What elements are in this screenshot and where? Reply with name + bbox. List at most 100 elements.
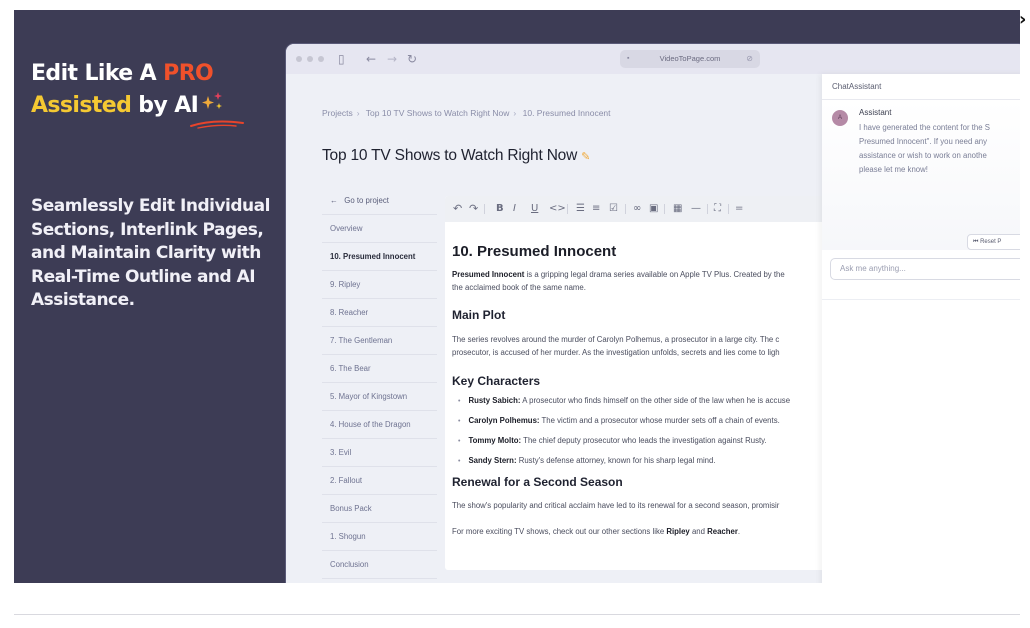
outline-item[interactable]: 9. Ripley — [322, 271, 437, 299]
assistant-avatar: A — [832, 110, 848, 126]
divider — [14, 614, 1020, 615]
message-line: I have generated the content for the S — [859, 123, 990, 132]
breadcrumb-project[interactable]: Top 10 TV Shows to Watch Right Now — [366, 108, 510, 118]
character-description: The chief deputy prosecutor who leads th… — [521, 436, 767, 445]
redo-icon[interactable]: ↷ — [469, 202, 478, 216]
page-title: Top 10 TV Shows to Watch Right Now ✎ — [322, 147, 590, 165]
character-name: Tommy Molto: — [468, 436, 522, 445]
bullet-list-icon[interactable]: ☰ — [576, 202, 585, 216]
window-close-button[interactable] — [296, 56, 302, 62]
character-list-item: • Rusty Sabich: A prosecutor who finds hi… — [452, 391, 842, 411]
link-ripley[interactable]: Ripley — [666, 527, 689, 536]
section-heading: 10. Presumed Innocent — [452, 243, 617, 260]
bold-icon[interactable]: B — [496, 202, 504, 216]
outline-item[interactable]: Overview — [322, 215, 437, 243]
toolbar-separator — [707, 204, 708, 214]
hero-text: Edit Like A — [31, 61, 164, 86]
outline-item[interactable]: 7. The Gentleman — [322, 327, 437, 355]
characters-list: • Rusty Sabich: A prosecutor who finds hi… — [452, 391, 842, 471]
address-bar[interactable]: ▪ VideoToPage.com ⊘ — [620, 50, 760, 68]
closing-text: and — [689, 527, 708, 536]
page-title-text: Top 10 TV Shows to Watch Right Now — [322, 147, 578, 164]
window-minimize-button[interactable] — [307, 56, 313, 62]
outline-item[interactable]: 1. Shogun — [322, 523, 437, 551]
character-name: Sandy Stern: — [468, 456, 517, 465]
sidebar-toggle-icon[interactable]: ▯ — [338, 51, 345, 67]
outline-item[interactable]: 2. Fallout — [322, 467, 437, 495]
fullscreen-icon[interactable]: ⛶ — [714, 202, 721, 216]
outline-item[interactable]: 6. The Bear — [322, 355, 437, 383]
character-description: A prosecutor who finds himself on the ot… — [520, 396, 791, 405]
back-arrow-icon[interactable]: ← — [366, 51, 376, 67]
message-sender: Assistant — [859, 108, 892, 117]
intro-paragraph: Presumed Innocent is a gripping legal dr… — [452, 268, 842, 281]
outline-item[interactable]: 8. Reacher — [322, 299, 437, 327]
image-icon[interactable]: ▣ — [649, 202, 658, 216]
breadcrumb-separator: › — [513, 108, 517, 118]
breadcrumb: Projects › Top 10 TV Shows to Watch Right… — [322, 108, 615, 118]
toolbar-separator — [484, 204, 485, 214]
outline-item[interactable]: Bonus Pack — [322, 495, 437, 523]
link-icon[interactable]: ∞ — [633, 202, 641, 216]
hero-pro-highlight: PRO — [163, 61, 214, 86]
hero-assisted-highlight: Assisted — [31, 93, 132, 118]
underline-icon[interactable]: U — [531, 202, 538, 216]
table-icon[interactable]: ▦ — [673, 202, 682, 216]
chat-assistant-panel: ChatAssistant A Assistant I have generat… — [822, 74, 1020, 583]
outline-item[interactable]: 10. Presumed Innocent — [322, 243, 437, 271]
bullet-icon: • — [458, 418, 461, 425]
hero-line-2: Assisted by AI — [31, 90, 281, 129]
forward-arrow-icon[interactable]: → — [387, 51, 397, 67]
window-maximize-button[interactable] — [318, 56, 324, 62]
intro-bold: Presumed Innocent — [452, 270, 525, 279]
hero-heading: Edit Like A PRO Assisted by AI — [31, 58, 281, 129]
undo-icon[interactable]: ↶ — [453, 202, 462, 216]
code-icon[interactable]: <> — [549, 202, 566, 216]
next-slide-button[interactable]: › — [1019, 10, 1030, 30]
character-list-item: • Tommy Molto: The chief deputy prosecuto… — [452, 431, 842, 451]
more-icon[interactable]: = — [735, 202, 743, 216]
link-icon[interactable]: ⊘ — [746, 50, 753, 68]
link-reacher[interactable]: Reacher — [707, 527, 738, 536]
character-name: Carolyn Polhemus: — [468, 416, 540, 425]
message-line: Presumed Innocent". If you need any — [859, 137, 988, 146]
outline-item[interactable]: 3. Evil — [322, 439, 437, 467]
bullet-icon: • — [458, 398, 461, 405]
message-line: please let me know! — [859, 165, 928, 174]
renewal-paragraph: The show's popularity and critical accla… — [452, 501, 780, 510]
outline-sidebar: ← Go to project Overview 10. Presumed Inn… — [322, 187, 437, 579]
hero-tagline: Seamlessly Edit Individual Sections, Int… — [31, 196, 270, 310]
task-list-icon[interactable]: ☑ — [609, 202, 618, 216]
message-line: assistance or wish to work on anothe — [859, 151, 987, 160]
toolbar-separator — [728, 204, 729, 214]
ordered-list-icon[interactable]: ≡ — [592, 202, 600, 216]
browser-window: ▯ ← → ↻ ▪ VideoToPage.com ⊘ Projects › To… — [286, 44, 1020, 583]
main-plot-paragraph: The series revolves around the murder of… — [452, 335, 780, 344]
main-plot-heading: Main Plot — [452, 308, 506, 322]
bullet-icon: • — [458, 438, 461, 445]
chat-input[interactable]: Ask me anything... — [830, 258, 1020, 280]
editor-content[interactable]: 10. Presumed Innocent Presumed Innocent … — [452, 230, 842, 538]
character-list-item: • Sandy Stern: Rusty's defense attorney, … — [452, 451, 842, 471]
toolbar-separator — [567, 204, 568, 214]
breadcrumb-projects[interactable]: Projects — [322, 108, 353, 118]
character-description: Rusty's defense attorney, known for his … — [516, 456, 716, 465]
key-characters-heading: Key Characters — [452, 374, 541, 388]
edit-title-icon[interactable]: ✎ — [581, 151, 590, 163]
underline-swoosh-icon — [190, 120, 244, 129]
italic-icon[interactable]: I — [513, 202, 516, 216]
go-to-project-link[interactable]: ← Go to project — [322, 187, 437, 215]
toolbar-separator — [625, 204, 626, 214]
outline-item[interactable]: 4. House of the Dragon — [322, 411, 437, 439]
renewal-heading: Renewal for a Second Season — [452, 475, 623, 489]
outline-item[interactable]: Conclusion — [322, 551, 437, 579]
outline-item[interactable]: 5. Mayor of Kingstown — [322, 383, 437, 411]
promo-slide: Edit Like A PRO Assisted by AI Seamlessl… — [14, 10, 1020, 583]
url-text: VideoToPage.com — [659, 54, 721, 63]
closing-text: . — [737, 527, 741, 536]
horizontal-rule-icon[interactable]: — — [691, 202, 701, 216]
reload-icon[interactable]: ↻ — [407, 51, 417, 67]
rich-text-editor: ↶ ↷ B I U <> ☰ ≡ ☑ ∞ ▣ ▦ — ⛶ = 10. Presumed Innocent P… — [445, 196, 845, 570]
main-plot-paragraph-line2: prosecutor, is accused of her murder. As… — [452, 348, 780, 357]
reset-button[interactable]: ⏮ Reset P — [967, 234, 1020, 250]
